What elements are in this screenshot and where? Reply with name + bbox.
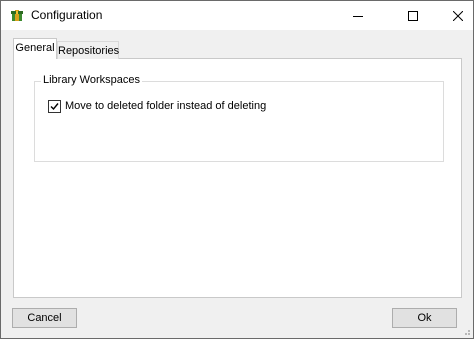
general-tab-panel: Library Workspaces Move to deleted folde… [13,58,462,298]
library-workspaces-group: Library Workspaces Move to deleted folde… [34,74,444,162]
maximize-icon [408,10,418,21]
group-title: Library Workspaces [41,74,142,86]
move-to-deleted-label[interactable]: Move to deleted folder instead of deleti… [65,100,266,112]
cancel-button[interactable]: Cancel [12,308,77,328]
maximize-button[interactable] [390,1,436,30]
configuration-window: Configuration General Repositories Libra… [0,0,474,339]
window-title: Configuration [31,8,103,22]
ok-button[interactable]: Ok [392,308,457,328]
close-icon [453,10,463,21]
title-bar[interactable]: Configuration [1,1,473,30]
minimize-icon [353,15,363,17]
tab-repositories[interactable]: Repositories [57,41,119,59]
minimize-button[interactable] [335,1,381,30]
app-icon [11,10,23,21]
checkmark-icon [50,103,59,111]
tab-general[interactable]: General [13,38,57,59]
resize-grip-icon[interactable] [461,326,471,336]
close-button[interactable] [435,1,473,30]
move-to-deleted-checkbox[interactable] [48,100,61,113]
